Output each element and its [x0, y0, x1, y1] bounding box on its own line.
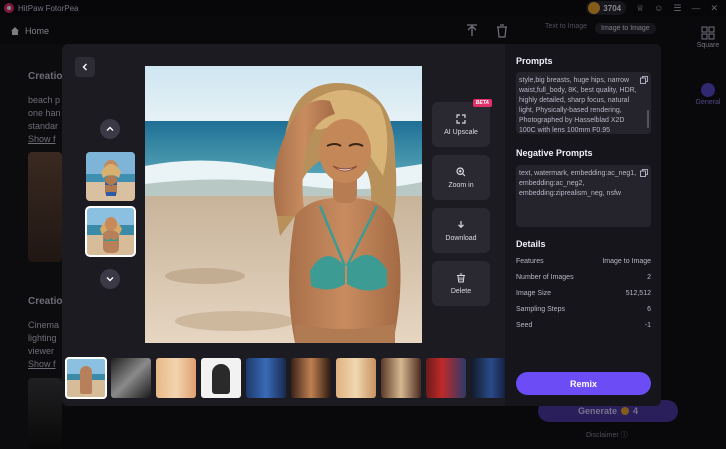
strip-thumbnail-1-figure	[80, 366, 92, 394]
thumbnail-down-button[interactable]	[100, 269, 120, 289]
app-window: HitPaw FotorPea 3704 ♕ ☺ ☰ — ✕ Home Text…	[0, 0, 726, 449]
detail-row-number-of-images: Number of Images 2	[516, 274, 651, 281]
copy-prompts-icon[interactable]	[640, 76, 648, 84]
ai-upscale-label: AI Upscale	[444, 128, 478, 136]
zoom-in-button[interactable]: Zoom in	[432, 155, 490, 200]
detail-value: Image to Image	[602, 258, 651, 265]
detail-value: -1	[644, 322, 651, 329]
beta-badge: BETA	[472, 99, 492, 107]
chevron-up-icon	[106, 126, 114, 131]
strip-thumbnail-5[interactable]	[246, 358, 286, 398]
strip-thumbnail-7[interactable]	[336, 358, 376, 398]
negative-prompts-text: text, watermark, embedding:ac_neg1, embe…	[519, 170, 637, 197]
side-thumbnail-2[interactable]	[85, 206, 136, 257]
download-button[interactable]: Download	[432, 208, 490, 253]
side-thumbnail-1-image	[86, 152, 135, 201]
detail-row-sampling-steps: Sampling Steps 6	[516, 306, 651, 313]
ai-upscale-button[interactable]: BETA AI Upscale	[432, 99, 492, 147]
detail-row-features: Features Image to Image	[516, 258, 651, 265]
thumbnail-strip	[65, 357, 511, 399]
image-preview-modal: BETA AI Upscale Zoom in Download Delete	[62, 44, 661, 406]
strip-thumbnail-9[interactable]	[426, 358, 466, 398]
detail-label: Image Size	[516, 290, 552, 297]
prompts-textbox[interactable]: style,big breasts, huge hips, narrow wai…	[516, 72, 651, 134]
detail-value: 512,512	[625, 290, 651, 297]
delete-label: Delete	[450, 287, 472, 295]
details-panel: Prompts style,big breasts, huge hips, na…	[505, 44, 661, 406]
side-thumbnail-1[interactable]	[86, 152, 135, 201]
download-label: Download	[445, 234, 477, 242]
upscale-icon	[456, 113, 466, 124]
detail-row-seed: Seed -1	[516, 322, 651, 329]
chevron-left-icon	[82, 63, 87, 71]
zoom-in-icon	[456, 166, 466, 176]
detail-label: Number of Images	[516, 274, 574, 281]
thumbnail-up-button[interactable]	[100, 119, 120, 139]
prompts-heading: Prompts	[516, 56, 553, 66]
prompts-scrollbar[interactable]	[647, 110, 649, 128]
delete-icon	[457, 273, 465, 282]
chevron-down-icon	[106, 277, 114, 282]
negative-prompts-textbox[interactable]: text, watermark, embedding:ac_neg1, embe…	[516, 165, 651, 227]
delete-button[interactable]: Delete	[432, 261, 490, 306]
prompts-text: style,big breasts, huge hips, narrow wai…	[519, 77, 637, 134]
copy-negative-prompts-icon[interactable]	[640, 169, 648, 177]
details-heading: Details	[516, 239, 546, 249]
remix-button[interactable]: Remix	[516, 372, 651, 395]
detail-value: 6	[647, 306, 651, 313]
strip-thumbnail-4-figure	[212, 364, 230, 394]
strip-thumbnail-1[interactable]	[65, 357, 107, 399]
strip-thumbnail-3[interactable]	[156, 358, 196, 398]
side-thumbnail-2-image	[86, 207, 135, 256]
detail-value: 2	[647, 274, 651, 281]
detail-row-image-size: Image Size 512,512	[516, 290, 651, 297]
zoom-in-label: Zoom in	[448, 181, 474, 189]
strip-thumbnail-8[interactable]	[381, 358, 421, 398]
detail-label: Sampling Steps	[516, 306, 566, 313]
strip-thumbnail-6[interactable]	[291, 358, 331, 398]
detail-label: Features	[516, 258, 544, 265]
main-preview-image[interactable]	[145, 66, 422, 343]
negative-prompts-heading: Negative Prompts	[516, 148, 593, 158]
main-preview-image-graphic	[145, 66, 422, 343]
detail-label: Seed	[516, 322, 533, 329]
strip-thumbnail-2[interactable]	[111, 358, 151, 398]
back-button[interactable]	[75, 57, 95, 77]
strip-thumbnail-4[interactable]	[201, 358, 241, 398]
download-icon	[458, 220, 464, 228]
